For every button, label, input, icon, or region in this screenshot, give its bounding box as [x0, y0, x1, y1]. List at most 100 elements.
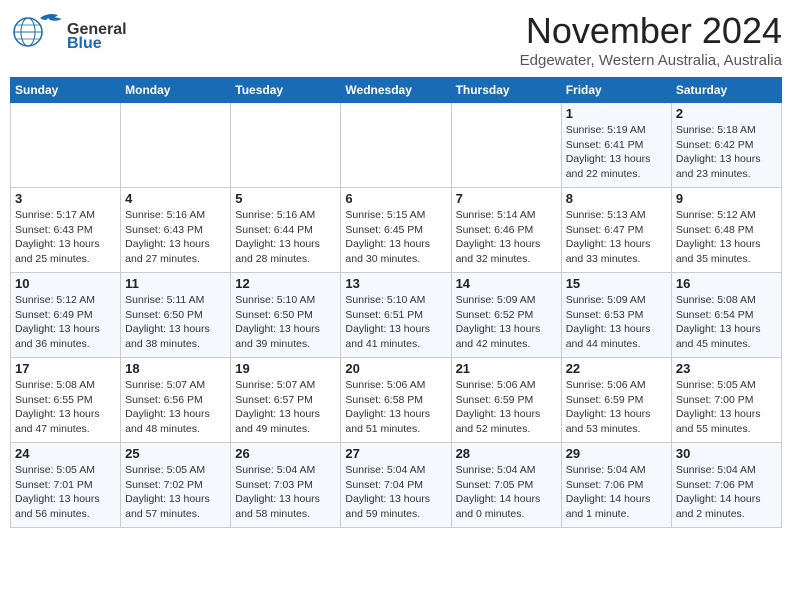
calendar-week-row: 3Sunrise: 5:17 AMSunset: 6:43 PMDaylight… — [11, 188, 782, 273]
page-header: General Blue November 2024 Edgewater, We… — [10, 10, 782, 69]
calendar-cell — [121, 103, 231, 188]
day-info: Sunrise: 5:07 AMSunset: 6:56 PMDaylight:… — [125, 378, 226, 437]
day-info: Sunrise: 5:13 AMSunset: 6:47 PMDaylight:… — [566, 208, 667, 267]
day-number: 30 — [676, 446, 777, 461]
calendar-header-row: SundayMondayTuesdayWednesdayThursdayFrid… — [11, 78, 782, 103]
day-info: Sunrise: 5:05 AMSunset: 7:01 PMDaylight:… — [15, 463, 116, 522]
day-info: Sunrise: 5:07 AMSunset: 6:57 PMDaylight:… — [235, 378, 336, 437]
calendar-week-row: 17Sunrise: 5:08 AMSunset: 6:55 PMDayligh… — [11, 358, 782, 443]
day-number: 10 — [15, 276, 116, 291]
day-number: 7 — [456, 191, 557, 206]
day-number: 4 — [125, 191, 226, 206]
calendar-cell: 6 Sunrise: 5:15 AMSunset: 6:45 PMDaylight… — [341, 188, 451, 273]
calendar-cell: 27Sunrise: 5:04 AMSunset: 7:04 PMDayligh… — [341, 443, 451, 528]
day-number: 13 — [345, 276, 446, 291]
calendar-cell: 4Sunrise: 5:16 AMSunset: 6:43 PMDaylight… — [121, 188, 231, 273]
day-number: 23 — [676, 361, 777, 376]
weekday-header: Monday — [121, 78, 231, 103]
day-number: 5 — [235, 191, 336, 206]
calendar-cell: 14 Sunrise: 5:09 AMSunset: 6:52 PMDayligh… — [451, 273, 561, 358]
calendar-cell: 2 Sunrise: 5:18 AMSunset: 6:42 PMDaylight… — [671, 103, 781, 188]
day-number: 19 — [235, 361, 336, 376]
day-number: 9 — [676, 191, 777, 206]
calendar-cell: 26 Sunrise: 5:04 AMSunset: 7:03 PMDayligh… — [231, 443, 341, 528]
calendar-cell: 25 Sunrise: 5:05 AMSunset: 7:02 PMDayligh… — [121, 443, 231, 528]
calendar-cell: 12Sunrise: 5:10 AMSunset: 6:50 PMDayligh… — [231, 273, 341, 358]
day-info: Sunrise: 5:14 AMSunset: 6:46 PMDaylight:… — [456, 208, 557, 267]
day-info: Sunrise: 5:04 AMSunset: 7:06 PMDaylight:… — [676, 463, 777, 522]
weekday-header: Wednesday — [341, 78, 451, 103]
day-number: 25 — [125, 446, 226, 461]
day-info: Sunrise: 5:08 AMSunset: 6:54 PMDaylight:… — [676, 293, 777, 352]
calendar-cell: 22Sunrise: 5:06 AMSunset: 6:59 PMDayligh… — [561, 358, 671, 443]
day-number: 8 — [566, 191, 667, 206]
calendar-cell: 10Sunrise: 5:12 AMSunset: 6:49 PMDayligh… — [11, 273, 121, 358]
calendar-cell: 23 Sunrise: 5:05 AMSunset: 7:00 PMDayligh… — [671, 358, 781, 443]
day-number: 24 — [15, 446, 116, 461]
day-info: Sunrise: 5:05 AMSunset: 7:00 PMDaylight:… — [676, 378, 777, 437]
day-number: 20 — [345, 361, 446, 376]
calendar-cell — [341, 103, 451, 188]
calendar-cell: 17Sunrise: 5:08 AMSunset: 6:55 PMDayligh… — [11, 358, 121, 443]
calendar-cell — [451, 103, 561, 188]
calendar-cell: 11Sunrise: 5:11 AMSunset: 6:50 PMDayligh… — [121, 273, 231, 358]
day-number: 16 — [676, 276, 777, 291]
day-number: 28 — [456, 446, 557, 461]
day-info: Sunrise: 5:16 AMSunset: 6:44 PMDaylight:… — [235, 208, 336, 267]
day-info: Sunrise: 5:05 AMSunset: 7:02 PMDaylight:… — [125, 463, 226, 522]
day-info: Sunrise: 5:06 AMSunset: 6:58 PMDaylight:… — [345, 378, 446, 437]
calendar-week-row: 24 Sunrise: 5:05 AMSunset: 7:01 PMDayligh… — [11, 443, 782, 528]
weekday-header: Thursday — [451, 78, 561, 103]
day-number: 15 — [566, 276, 667, 291]
day-info: Sunrise: 5:04 AMSunset: 7:05 PMDaylight:… — [456, 463, 557, 522]
day-info: Sunrise: 5:09 AMSunset: 6:53 PMDaylight:… — [566, 293, 667, 352]
calendar-cell: 18 Sunrise: 5:07 AMSunset: 6:56 PMDayligh… — [121, 358, 231, 443]
calendar-cell: 24 Sunrise: 5:05 AMSunset: 7:01 PMDayligh… — [11, 443, 121, 528]
day-number: 17 — [15, 361, 116, 376]
day-info: Sunrise: 5:10 AMSunset: 6:51 PMDaylight:… — [345, 293, 446, 352]
day-number: 1 — [566, 106, 667, 121]
day-number: 27 — [345, 446, 446, 461]
calendar-cell: 5 Sunrise: 5:16 AMSunset: 6:44 PMDaylight… — [231, 188, 341, 273]
day-info: Sunrise: 5:18 AMSunset: 6:42 PMDaylight:… — [676, 123, 777, 182]
calendar-cell: 3Sunrise: 5:17 AMSunset: 6:43 PMDaylight… — [11, 188, 121, 273]
title-block: November 2024 Edgewater, Western Austral… — [520, 10, 782, 69]
day-info: Sunrise: 5:09 AMSunset: 6:52 PMDaylight:… — [456, 293, 557, 352]
day-number: 26 — [235, 446, 336, 461]
day-info: Sunrise: 5:12 AMSunset: 6:48 PMDaylight:… — [676, 208, 777, 267]
day-number: 29 — [566, 446, 667, 461]
calendar-week-row: 1 Sunrise: 5:19 AMSunset: 6:41 PMDaylight… — [11, 103, 782, 188]
day-number: 2 — [676, 106, 777, 121]
day-info: Sunrise: 5:17 AMSunset: 6:43 PMDaylight:… — [15, 208, 116, 267]
day-info: Sunrise: 5:11 AMSunset: 6:50 PMDaylight:… — [125, 293, 226, 352]
calendar-cell — [231, 103, 341, 188]
calendar-cell: 9 Sunrise: 5:12 AMSunset: 6:48 PMDaylight… — [671, 188, 781, 273]
calendar-cell: 8 Sunrise: 5:13 AMSunset: 6:47 PMDaylight… — [561, 188, 671, 273]
logo-blue: Blue — [67, 35, 127, 53]
day-info: Sunrise: 5:15 AMSunset: 6:45 PMDaylight:… — [345, 208, 446, 267]
calendar-cell: 28 Sunrise: 5:04 AMSunset: 7:05 PMDayligh… — [451, 443, 561, 528]
weekday-header: Tuesday — [231, 78, 341, 103]
day-info: Sunrise: 5:04 AMSunset: 7:06 PMDaylight:… — [566, 463, 667, 522]
calendar-cell: 19 Sunrise: 5:07 AMSunset: 6:57 PMDayligh… — [231, 358, 341, 443]
day-number: 21 — [456, 361, 557, 376]
calendar-cell: 16 Sunrise: 5:08 AMSunset: 6:54 PMDayligh… — [671, 273, 781, 358]
calendar-table: SundayMondayTuesdayWednesdayThursdayFrid… — [10, 77, 782, 528]
logo: General Blue — [10, 10, 127, 55]
day-info: Sunrise: 5:06 AMSunset: 6:59 PMDaylight:… — [456, 378, 557, 437]
logo-icon — [10, 10, 70, 50]
day-number: 12 — [235, 276, 336, 291]
calendar-week-row: 10Sunrise: 5:12 AMSunset: 6:49 PMDayligh… — [11, 273, 782, 358]
day-info: Sunrise: 5:19 AMSunset: 6:41 PMDaylight:… — [566, 123, 667, 182]
calendar-cell: 15 Sunrise: 5:09 AMSunset: 6:53 PMDayligh… — [561, 273, 671, 358]
calendar-cell — [11, 103, 121, 188]
calendar-cell: 7 Sunrise: 5:14 AMSunset: 6:46 PMDaylight… — [451, 188, 561, 273]
weekday-header: Friday — [561, 78, 671, 103]
calendar-cell: 29 Sunrise: 5:04 AMSunset: 7:06 PMDayligh… — [561, 443, 671, 528]
day-number: 6 — [345, 191, 446, 206]
day-info: Sunrise: 5:04 AMSunset: 7:03 PMDaylight:… — [235, 463, 336, 522]
day-number: 18 — [125, 361, 226, 376]
page-title: November 2024 — [520, 10, 782, 52]
weekday-header: Saturday — [671, 78, 781, 103]
day-number: 14 — [456, 276, 557, 291]
